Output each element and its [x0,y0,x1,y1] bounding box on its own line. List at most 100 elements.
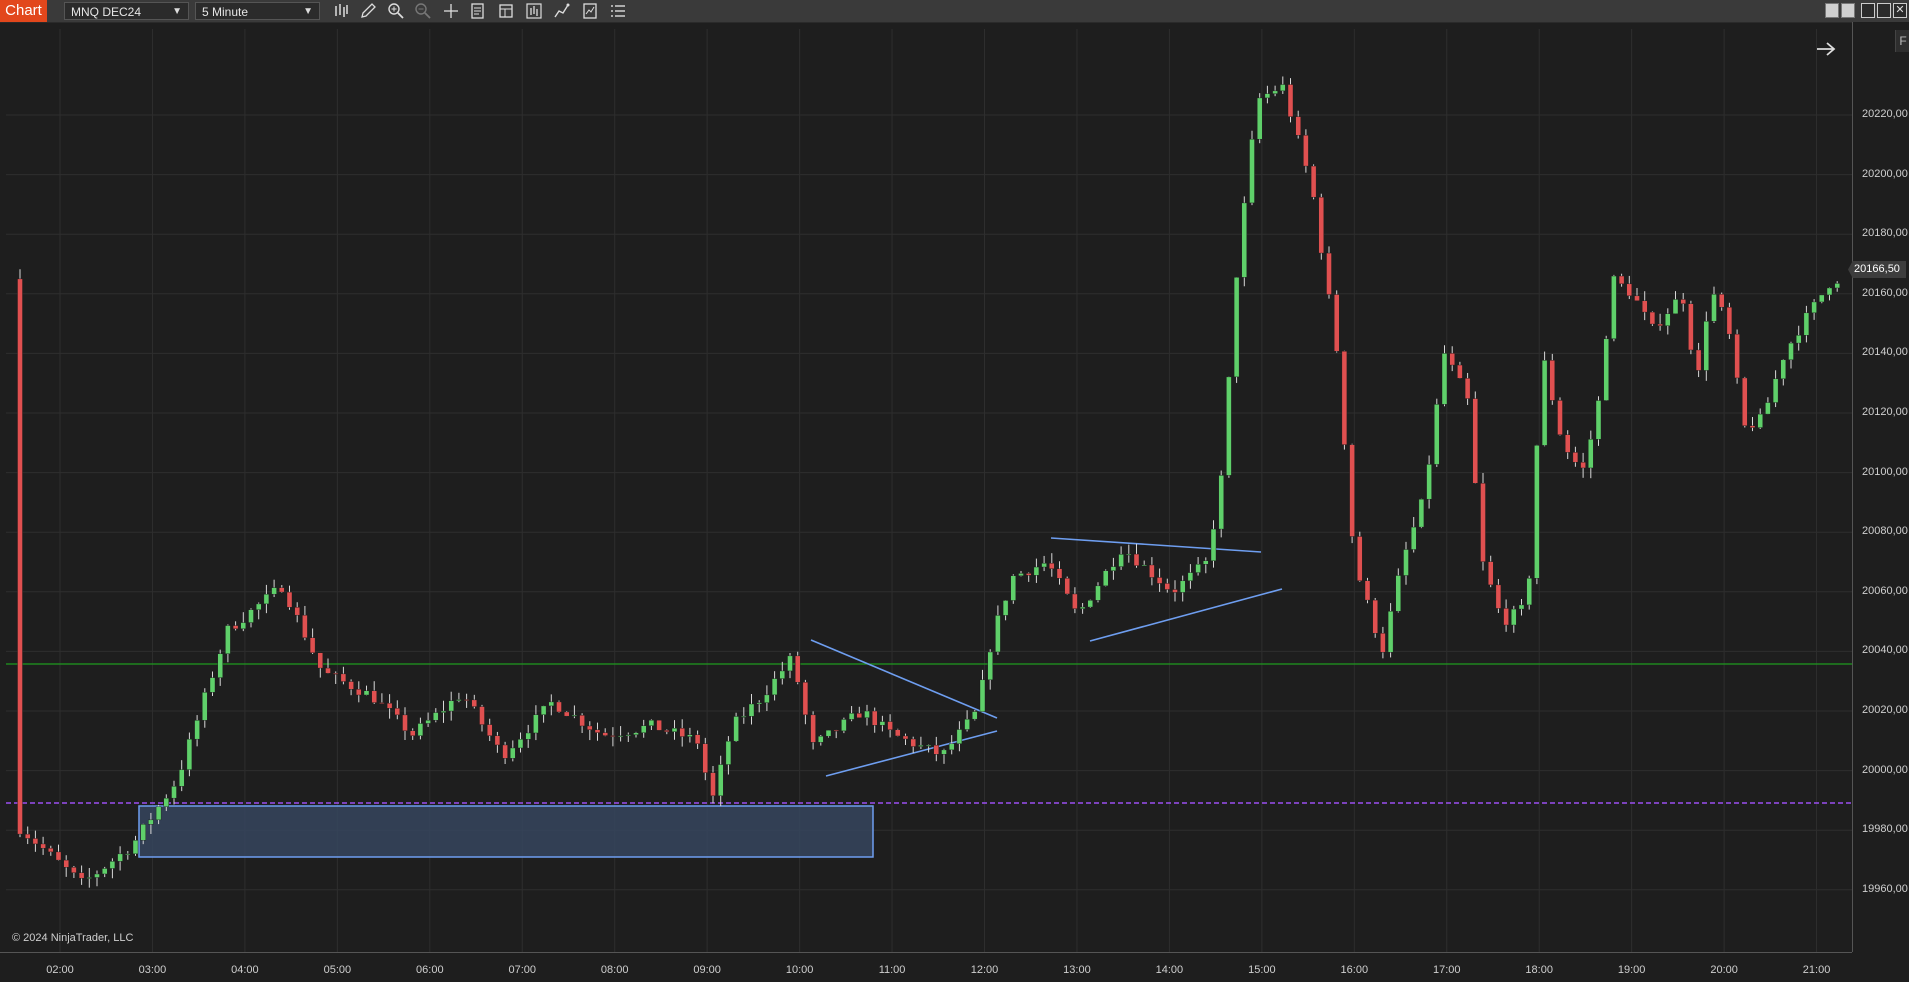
candle-body [194,720,200,740]
candle-body [425,720,431,724]
candle-body [1780,359,1787,380]
candle-body [987,651,993,681]
last-price-marker: 20166,50 [1848,261,1906,278]
candle-body [1403,549,1409,576]
price-label: 20000,00 [1862,763,1908,776]
candle-body [1179,580,1186,593]
candle-body [1480,483,1486,562]
candle-body [1511,608,1517,626]
candle-body [394,708,400,716]
candle-body [1218,475,1224,530]
window-tile-button[interactable] [1825,3,1839,18]
candle-body [879,721,886,726]
candle-body [864,710,870,718]
time-label: 10:00 [785,964,814,976]
candle-body [1241,202,1248,278]
candle-body [1295,116,1301,136]
time-axis[interactable]: 02:00 03:00 04:00 05:00 06:00 07:00 08:00 09:00… [0,952,1852,982]
candle-body [548,701,554,707]
candle-body [525,732,531,740]
time-label: 20:00 [1710,964,1738,976]
candle-body [1695,349,1702,371]
candle-body [1734,333,1740,379]
candle-body [463,699,470,701]
candle-body [63,859,69,868]
candle-body [232,625,239,630]
candle-body [795,655,801,683]
candle-body [1526,578,1532,606]
crosshair-icon[interactable] [442,2,460,20]
indicators-icon[interactable] [525,2,543,20]
candle-body [1811,301,1817,314]
minimize-button[interactable] [1861,3,1875,18]
candle-body [1387,611,1394,653]
properties-icon[interactable] [469,2,487,20]
candle-body [810,714,816,743]
candle-body [1187,572,1194,582]
close-button[interactable]: ✕ [1893,3,1907,18]
zoom-out-icon[interactable] [414,2,432,20]
candle-body [440,710,447,713]
candle-body [1618,275,1625,285]
candle-body [1372,599,1378,634]
candle-body [1503,608,1509,626]
window-tile-button-2[interactable] [1841,3,1855,18]
candle-body [718,764,724,797]
price-axis[interactable]: 20220,00 20200,00 20180,00 20160,00 20140,00… [1852,22,1909,952]
strategies-icon[interactable] [553,2,571,20]
candle-body [594,729,601,733]
candle-body [471,699,477,707]
candle-body [1772,378,1779,403]
templates-icon[interactable] [497,2,515,20]
candle-body [779,670,785,679]
candle-body [325,667,331,674]
candle-body [1333,294,1340,352]
data-box-icon[interactable] [581,2,599,20]
candle-body [1680,299,1686,304]
interval-selector[interactable]: 5 Minute ▼ [195,2,320,20]
chart-trader-icon[interactable] [609,2,627,20]
bar-type-icon[interactable] [332,2,350,20]
arrow-right-icon[interactable] [1815,40,1837,58]
candle-body [941,749,947,755]
candle-body [1441,353,1448,405]
candle-body [86,877,93,879]
candle-body [856,713,862,718]
candle-body [841,719,847,732]
candle-body [1626,283,1633,297]
pencil-icon[interactable] [359,2,377,20]
zoom-in-icon[interactable] [387,2,405,20]
candle-body [1657,323,1663,326]
side-panel-tab[interactable]: F [1895,30,1909,52]
chevron-down-icon: ▼ [303,6,313,17]
instrument-value: MNQ DEC24 [71,5,142,19]
candle-body [1757,413,1763,428]
candle-body [302,614,308,638]
trend-line [1089,588,1283,642]
candle-body [979,679,986,712]
restore-button[interactable] [1877,3,1891,18]
candle-body [1095,585,1101,601]
candle-body [248,609,254,623]
candle-body [1726,306,1733,335]
candle-body [756,702,762,705]
chevron-down-icon: ▼ [172,6,182,17]
candle-body [1742,377,1748,426]
chart-tab[interactable]: Chart [0,0,47,22]
candle-body [1665,313,1671,326]
time-label: 14:00 [1155,964,1184,976]
chart-toolbar: Chart MNQ DEC24 ▼ 5 Minute ▼ ✕ [0,0,1909,23]
candle-body [1795,335,1802,344]
time-label: 19:00 [1617,964,1646,976]
price-label: 20020,00 [1862,704,1908,716]
candle-body [564,711,570,717]
candle-body [833,729,839,732]
time-label: 13:00 [1063,964,1091,976]
price-chart[interactable] [6,29,1852,952]
candle-body [240,622,247,630]
candle-body [1087,600,1094,608]
instrument-selector[interactable]: MNQ DEC24 ▼ [64,2,189,20]
candle-body [1357,536,1363,581]
candle-body [1464,378,1471,399]
candle-body [664,730,670,732]
